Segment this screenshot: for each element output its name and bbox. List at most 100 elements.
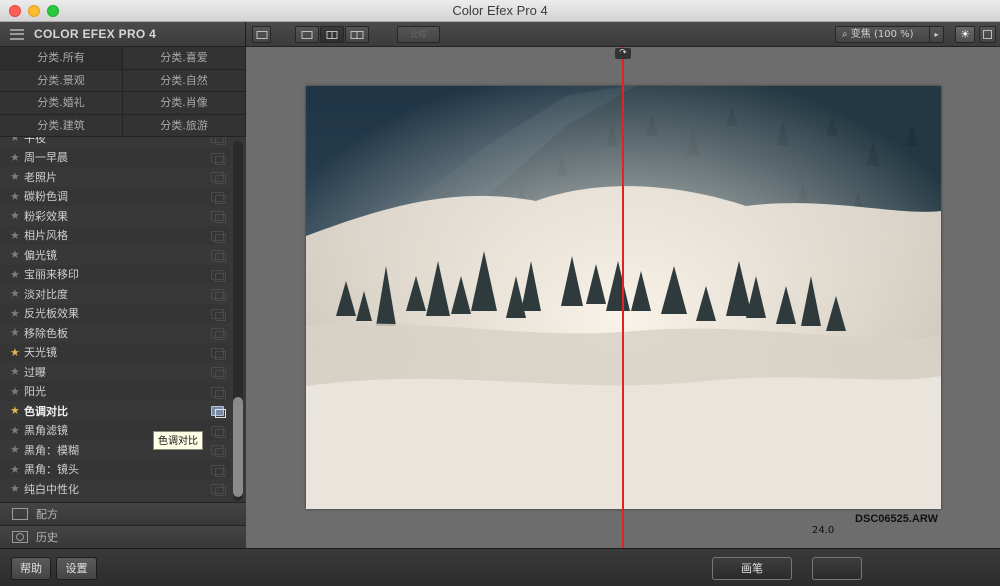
star-icon[interactable]: ★ [0,209,20,222]
add-filter-icon[interactable] [211,406,226,418]
brush-button[interactable]: 画笔 [712,557,792,580]
category-favorites[interactable]: 分类.喜爱 [123,47,246,70]
filter-item[interactable]: ★ 阳光 [0,381,230,401]
add-filter-icon[interactable] [211,250,226,262]
split-rotate-icon[interactable]: ↷ [615,48,631,59]
add-filter-icon[interactable] [211,211,226,223]
add-filter-icon[interactable] [211,425,226,438]
filter-item[interactable]: ★ 周一早晨 [0,147,230,167]
next-button[interactable] [812,557,862,580]
filter-item[interactable]: ★ 移除色板 [0,323,230,343]
settings-button[interactable]: 设置 [56,557,97,580]
brand-label: COLOR EFEX PRO 4 [34,27,157,41]
filter-item-label: 阳光 [24,385,46,399]
star-icon[interactable]: ★ [0,229,20,242]
star-icon[interactable]: ★ [0,287,20,300]
star-icon[interactable]: ★ [0,424,20,437]
split-view-button[interactable] [320,26,344,43]
recipes-section[interactable]: 配方 [0,502,246,525]
single-view-button[interactable] [295,26,319,43]
star-icon[interactable]: ★ [0,346,20,359]
add-filter-icon[interactable] [211,191,226,204]
star-icon[interactable]: ★ [0,482,20,495]
zoom-dropdown[interactable]: ⌕ 变焦 (100 %) ▸ [835,26,944,43]
category-grid: 分类.所有 分类.喜爱 分类.景观 分类.自然 分类.婚礼 分类.肖像 分类.建… [0,47,246,137]
filter-item[interactable]: ★ 反光板效果 [0,303,230,323]
toggle-sidebar-button[interactable] [252,26,271,43]
star-icon[interactable]: ★ [0,326,20,339]
filter-item-label: 黑角：镜头 [24,463,79,477]
add-filter-icon[interactable] [211,484,226,496]
category-nature[interactable]: 分类.自然 [123,69,246,92]
star-icon[interactable]: ★ [0,365,20,378]
menu-icon[interactable] [10,28,24,40]
add-filter-icon[interactable] [211,367,226,379]
filter-item[interactable]: ★ 天光镜 [0,342,230,362]
compare-button[interactable]: 比较 [397,26,440,43]
preview-canvas[interactable]: ↷ DSC06525.ARW 24.0 [246,47,1000,548]
category-all[interactable]: 分类.所有 [0,47,123,70]
filter-item[interactable]: ★ 相片风格 [0,225,230,245]
search-icon: ⌕ [842,29,848,40]
category-portrait[interactable]: 分类.肖像 [123,92,246,115]
add-filter-icon[interactable] [211,386,226,399]
filter-item[interactable]: ★ 黑角：镜头 [0,459,230,479]
add-filter-icon[interactable] [211,269,226,282]
star-icon[interactable]: ★ [0,137,20,144]
add-filter-icon[interactable] [211,152,226,165]
history-section[interactable]: 历史 [0,525,246,548]
help-button[interactable]: 帮助 [11,557,51,580]
add-filter-icon[interactable] [211,328,226,340]
filter-item-label: 纯白中性化 [24,482,79,496]
filter-item[interactable]: ★ 碳粉色调 [0,186,230,206]
split-divider[interactable] [622,47,624,548]
filter-item[interactable]: ★ 宝丽来移印 [0,264,230,284]
panel-right-icon [983,30,992,39]
star-icon[interactable]: ★ [0,248,20,261]
add-filter-icon[interactable] [211,347,226,360]
filter-item[interactable]: ★ 过曝 [0,362,230,382]
star-icon[interactable]: ★ [0,170,20,183]
filter-item[interactable]: ★ 老照片 [0,167,230,187]
add-filter-icon[interactable] [211,137,226,145]
add-filter-icon[interactable] [211,172,226,184]
single-view-icon [301,30,313,39]
filter-item[interactable]: ★ 色调对比 [0,401,230,421]
category-landscape[interactable]: 分类.景观 [0,69,123,92]
filter-item[interactable]: ★ 偏光镜 [0,245,230,265]
filter-item[interactable]: ★ 纯白中性化 [0,479,230,499]
add-filter-icon[interactable] [211,445,226,457]
filter-item[interactable]: ★ 淡对比度 [0,284,230,304]
star-icon[interactable]: ★ [0,385,20,398]
background-light-button[interactable]: ☀ [955,26,975,43]
star-icon[interactable]: ★ [0,190,20,203]
add-filter-icon[interactable] [211,308,226,321]
category-wedding[interactable]: 分类.婚礼 [0,92,123,115]
side-by-side-view-button[interactable] [345,26,369,43]
filter-item-label: 老照片 [24,170,57,184]
star-icon[interactable]: ★ [0,463,20,476]
scrollbar-thumb[interactable] [233,397,243,497]
filter-item[interactable]: ★ 粉彩效果 [0,206,230,226]
filter-item[interactable]: ★ 午夜 [0,137,230,148]
filter-item-label: 碳粉色调 [24,190,68,204]
filter-item-label: 相片风格 [24,229,68,243]
filename-label: DSC06525.ARW [855,513,938,525]
star-icon[interactable]: ★ [0,268,20,281]
add-filter-icon[interactable] [211,289,226,301]
add-filter-icon[interactable] [211,230,226,243]
star-icon[interactable]: ★ [0,307,20,320]
category-architecture[interactable]: 分类.建筑 [0,114,123,137]
star-icon[interactable]: ★ [0,404,20,417]
split-view-icon [326,30,338,39]
toggle-right-panel-button[interactable] [979,26,996,43]
category-travel[interactable]: 分类.旅游 [123,114,246,137]
add-filter-icon[interactable] [211,464,226,477]
filter-item-label: 黑角：模糊 [24,443,79,457]
filter-item-label: 过曝 [24,365,46,379]
filter-item-label: 宝丽来移印 [24,268,79,282]
filter-item-label: 移除色板 [24,326,68,340]
star-icon[interactable]: ★ [0,151,20,164]
star-icon[interactable]: ★ [0,443,20,456]
filesize-label: 24.0 [812,525,835,536]
